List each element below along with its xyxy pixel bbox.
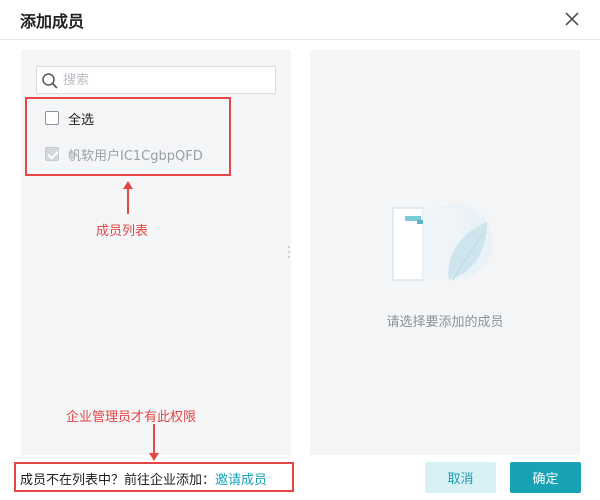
empty-illustration xyxy=(392,204,492,281)
annotation-arrow-up xyxy=(123,181,133,214)
invite-hint: 成员不在列表中？前往企业添加：邀请成员 xyxy=(20,469,267,488)
empty-state-text: 请选择要添加的成员 xyxy=(386,315,504,330)
invite-prompt: 成员不在列表中？前往企业添加： xyxy=(20,473,216,488)
annotation-arrow-down xyxy=(149,424,159,461)
panel-splitter[interactable] xyxy=(287,246,291,260)
search-input[interactable] xyxy=(63,70,269,90)
member-checkbox xyxy=(45,147,59,161)
search-box[interactable] xyxy=(36,66,276,94)
select-all-checkbox-box[interactable] xyxy=(45,111,59,125)
invite-member-link[interactable]: 邀请成员 xyxy=(215,473,267,488)
dialog-header: 添加成员 xyxy=(0,0,600,40)
select-all-checkbox[interactable]: 全选 xyxy=(45,108,94,128)
select-all-label: 全选 xyxy=(68,112,95,128)
close-icon[interactable] xyxy=(560,7,584,31)
cancel-button[interactable]: 取消 xyxy=(425,462,496,493)
member-item: 帆软用户IC1CgbpQFD xyxy=(45,144,203,164)
confirm-button[interactable]: 确定 xyxy=(510,462,581,493)
annotation-admin-only: 企业管理员才有此权限 xyxy=(66,410,197,425)
dialog-title: 添加成员 xyxy=(20,12,85,31)
annotation-member-list: 成员列表 xyxy=(96,224,149,239)
search-icon xyxy=(42,73,58,89)
member-name: 帆软用户IC1CgbpQFD xyxy=(68,148,203,164)
